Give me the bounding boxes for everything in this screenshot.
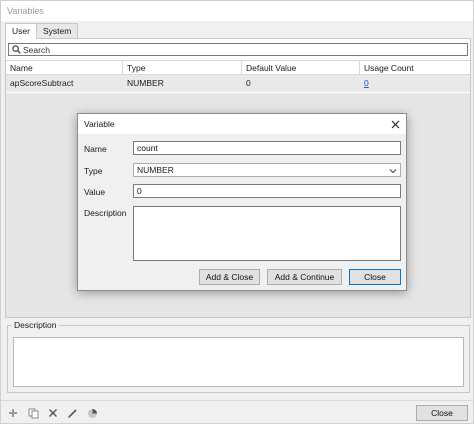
- close-icon: [391, 120, 399, 128]
- type-select-value: NUMBER: [137, 165, 174, 175]
- cell-default-value: 0: [246, 78, 251, 88]
- tab-system[interactable]: System: [35, 23, 79, 38]
- window-titlebar: Variables: [1, 1, 473, 21]
- usage-chart-button[interactable]: [84, 405, 100, 421]
- search-input[interactable]: [23, 44, 463, 55]
- value-field[interactable]: [133, 184, 401, 198]
- description-label: Description: [84, 208, 127, 218]
- copy-icon: [28, 408, 38, 418]
- value-label: Value: [84, 187, 106, 197]
- cell-type: NUMBER: [127, 78, 164, 88]
- cell-usage-count: 0: [360, 75, 470, 92]
- description-field[interactable]: [133, 206, 401, 261]
- column-header-default-value[interactable]: Default Value: [242, 61, 360, 75]
- dialog-close-button[interactable]: [388, 117, 402, 131]
- tab-strip: User System: [5, 23, 79, 39]
- add-icon: [9, 409, 17, 417]
- close-button[interactable]: Close: [416, 405, 468, 421]
- usage-count-link[interactable]: 0: [364, 78, 369, 88]
- variables-table: Name Type Default Value Usage Count apSc…: [6, 60, 470, 92]
- column-header-usage-count[interactable]: Usage Count: [360, 61, 470, 75]
- dialog-cancel-close-button[interactable]: Close: [349, 269, 401, 285]
- variable-dialog: Variable Name Type NUMBER Value Descript…: [77, 113, 407, 291]
- add-and-close-button[interactable]: Add & Close: [199, 269, 260, 285]
- type-select[interactable]: NUMBER: [133, 163, 401, 177]
- delete-icon: [49, 409, 57, 417]
- usage-chart-icon: [87, 408, 97, 418]
- type-label: Type: [84, 166, 103, 176]
- table-header: Name Type Default Value Usage Count: [6, 60, 470, 75]
- edit-variable-button[interactable]: [64, 405, 80, 421]
- description-group: Description: [7, 320, 470, 393]
- add-variable-button[interactable]: [5, 405, 21, 421]
- bottom-toolbar: [1, 400, 473, 424]
- column-header-type[interactable]: Type: [123, 61, 242, 75]
- name-field[interactable]: [133, 141, 401, 155]
- tab-user[interactable]: User: [5, 23, 37, 39]
- chevron-down-icon: [389, 169, 397, 174]
- cell-name: apScoreSubtract: [10, 78, 74, 88]
- window-title: Variables: [7, 6, 44, 16]
- delete-variable-button[interactable]: [45, 405, 61, 421]
- dialog-title: Variable: [84, 119, 115, 129]
- table-row[interactable]: apScoreSubtract NUMBER 0 0: [6, 75, 470, 92]
- name-label: Name: [84, 144, 107, 154]
- add-and-continue-button[interactable]: Add & Continue: [267, 269, 342, 285]
- description-group-label: Description: [12, 320, 59, 330]
- column-header-name[interactable]: Name: [6, 61, 123, 75]
- search-box: [8, 43, 468, 56]
- search-icon: [12, 45, 21, 54]
- copy-variable-button[interactable]: [25, 405, 41, 421]
- dialog-titlebar: Variable: [78, 114, 406, 134]
- description-textarea[interactable]: [13, 337, 464, 387]
- edit-icon: [67, 408, 77, 418]
